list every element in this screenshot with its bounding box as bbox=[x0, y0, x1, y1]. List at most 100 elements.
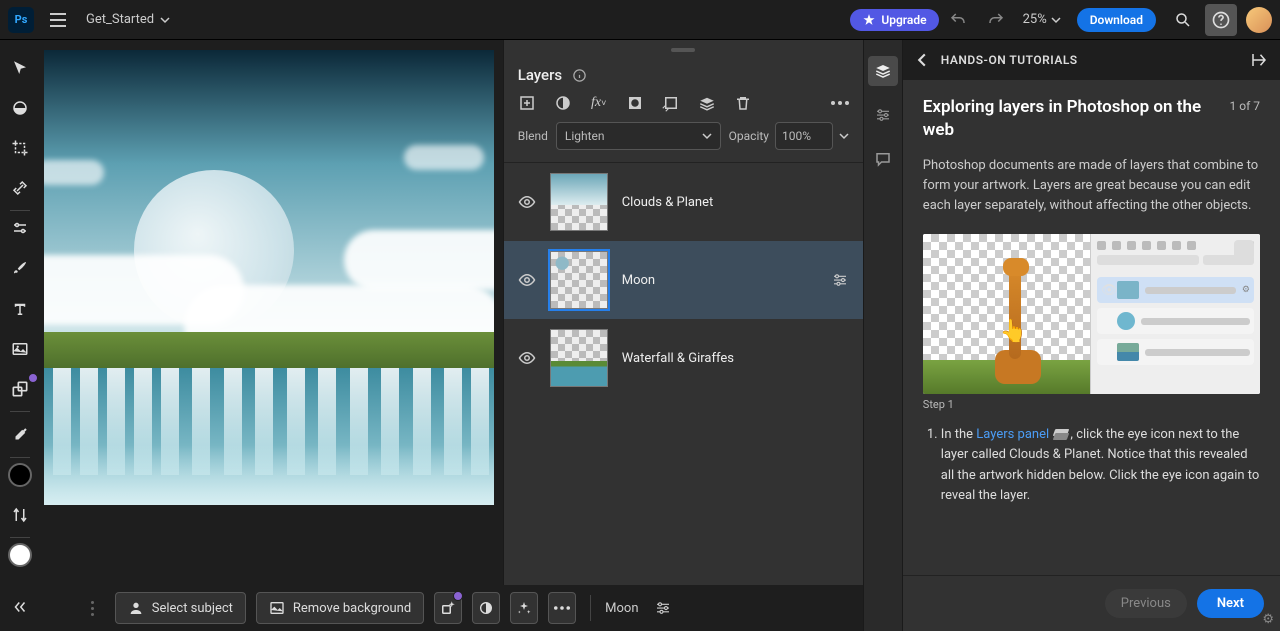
layer-thumbnail[interactable] bbox=[550, 173, 608, 231]
info-icon[interactable] bbox=[572, 68, 587, 83]
tutorial-title: Exploring layers in Photoshop on the web bbox=[923, 96, 1218, 142]
magic-fill-button[interactable] bbox=[434, 592, 462, 624]
layers-toolbar: fx˅ bbox=[504, 94, 863, 122]
layers-rail-button[interactable] bbox=[868, 56, 898, 86]
badge-icon bbox=[453, 591, 463, 601]
step-text: In the bbox=[941, 427, 976, 442]
star-icon bbox=[862, 13, 876, 27]
adjust-tool[interactable] bbox=[4, 214, 36, 242]
adjustment-layer-button[interactable] bbox=[554, 94, 572, 112]
tutorial-step: In the Layers panel , click the eye icon… bbox=[941, 425, 1260, 506]
app-logo[interactable]: Ps bbox=[8, 7, 34, 33]
redo-button[interactable] bbox=[980, 4, 1012, 36]
delete-layer-button[interactable] bbox=[734, 94, 752, 112]
image-icon bbox=[269, 600, 285, 616]
layers-icon bbox=[1054, 429, 1068, 440]
layer-thumbnail[interactable] bbox=[550, 251, 608, 309]
select-subject-button[interactable]: Select subject bbox=[115, 592, 246, 624]
layer-row[interactable]: Clouds & Planet bbox=[504, 163, 863, 241]
new-layer-button[interactable] bbox=[518, 94, 536, 112]
layer-name: Moon bbox=[622, 273, 817, 288]
visibility-toggle[interactable] bbox=[518, 193, 536, 211]
contrast-button[interactable] bbox=[472, 592, 500, 624]
layer-row[interactable]: Waterfall & Giraffes bbox=[504, 319, 863, 397]
right-mini-rail bbox=[863, 40, 902, 631]
workspace: Layers fx˅ Blend Light bbox=[41, 40, 863, 631]
layer-name: Clouds & Planet bbox=[622, 195, 849, 210]
place-image-tool[interactable] bbox=[4, 335, 36, 363]
chevron-down-icon[interactable] bbox=[839, 131, 849, 141]
tool-rail bbox=[0, 40, 41, 631]
clone-tool[interactable] bbox=[4, 375, 36, 403]
layer-settings-button[interactable] bbox=[649, 592, 677, 624]
effects-button[interactable]: fx˅ bbox=[590, 94, 608, 112]
mask-button[interactable] bbox=[626, 94, 644, 112]
opacity-input[interactable]: 100% bbox=[775, 122, 833, 150]
brush-tool[interactable] bbox=[4, 254, 36, 282]
document-title: Get_Started bbox=[86, 12, 154, 27]
help-button[interactable] bbox=[1205, 4, 1237, 36]
eyedropper-tool[interactable] bbox=[4, 421, 36, 449]
more-options-button[interactable] bbox=[831, 94, 849, 112]
tutorial-step-count: 1 of 7 bbox=[1230, 96, 1260, 113]
opacity-label: Opacity bbox=[729, 129, 769, 143]
move-tool[interactable] bbox=[4, 54, 36, 82]
person-icon bbox=[128, 600, 144, 616]
background-swatch[interactable] bbox=[4, 541, 36, 569]
crop-tool[interactable] bbox=[4, 134, 36, 162]
search-button[interactable] bbox=[1167, 4, 1199, 36]
lasso-tool[interactable] bbox=[4, 94, 36, 122]
context-bar: Select subject Remove background Moon bbox=[71, 585, 863, 631]
upgrade-label: Upgrade bbox=[881, 13, 926, 27]
expand-tools[interactable] bbox=[4, 593, 36, 621]
user-avatar[interactable] bbox=[1246, 7, 1272, 33]
panel-grip[interactable] bbox=[504, 40, 863, 60]
tutorial-header: HANDS-ON TUTORIALS bbox=[941, 53, 1078, 67]
remove-background-button[interactable]: Remove background bbox=[256, 592, 424, 624]
swap-swatches[interactable] bbox=[4, 501, 36, 529]
zoom-dropdown[interactable]: 25% bbox=[1023, 12, 1061, 27]
layer-name: Waterfall & Giraffes bbox=[622, 351, 849, 366]
comments-rail-button[interactable] bbox=[868, 144, 898, 174]
grip-icon[interactable] bbox=[81, 601, 105, 616]
zoom-value: 25% bbox=[1023, 12, 1047, 27]
canvas[interactable] bbox=[44, 50, 494, 505]
tutorial-panel: HANDS-ON TUTORIALS Exploring layers in P… bbox=[902, 40, 1280, 631]
layers-panel: Layers fx˅ Blend Light bbox=[503, 40, 863, 585]
figure-badge-icon bbox=[1234, 240, 1254, 260]
more-button[interactable] bbox=[548, 592, 576, 624]
cursor-icon: 👆 bbox=[1000, 319, 1027, 344]
blend-mode-select[interactable]: Lighten bbox=[556, 122, 721, 150]
type-tool[interactable] bbox=[4, 294, 36, 322]
menu-icon[interactable] bbox=[46, 8, 70, 32]
download-button[interactable]: Download bbox=[1077, 8, 1156, 32]
document-title-dropdown[interactable]: Get_Started bbox=[86, 12, 170, 27]
layer-row[interactable]: Moon bbox=[504, 241, 863, 319]
layer-options-button[interactable] bbox=[831, 271, 849, 289]
blend-value: Lighten bbox=[565, 129, 605, 143]
heal-tool[interactable] bbox=[4, 174, 36, 202]
next-button[interactable]: Next bbox=[1197, 589, 1264, 618]
clip-button[interactable] bbox=[662, 94, 680, 112]
layers-title: Layers bbox=[518, 66, 562, 84]
top-bar: Ps Get_Started Upgrade 25% Download bbox=[0, 0, 1280, 40]
visibility-toggle[interactable] bbox=[518, 271, 536, 289]
back-icon[interactable] bbox=[915, 53, 929, 67]
collapse-panel-icon[interactable] bbox=[1250, 51, 1268, 69]
context-layer-label: Moon bbox=[605, 601, 638, 616]
layers-panel-link[interactable]: Layers panel bbox=[976, 427, 1049, 442]
visibility-toggle[interactable] bbox=[518, 349, 536, 367]
sparkle-button[interactable] bbox=[510, 592, 538, 624]
group-button[interactable] bbox=[698, 94, 716, 112]
settings-icon[interactable]: ⚙ bbox=[1262, 612, 1274, 627]
tutorial-figure: 👆 👁⚙ bbox=[923, 234, 1260, 394]
layer-thumbnail[interactable] bbox=[550, 329, 608, 387]
button-label: Remove background bbox=[293, 601, 411, 616]
undo-button[interactable] bbox=[942, 4, 974, 36]
foreground-swatch[interactable] bbox=[4, 461, 36, 489]
opacity-value: 100% bbox=[782, 129, 811, 143]
properties-rail-button[interactable] bbox=[868, 100, 898, 130]
tutorial-description: Photoshop documents are made of layers t… bbox=[923, 156, 1260, 216]
upgrade-button[interactable]: Upgrade bbox=[850, 9, 938, 31]
chevron-down-icon bbox=[1051, 15, 1061, 25]
